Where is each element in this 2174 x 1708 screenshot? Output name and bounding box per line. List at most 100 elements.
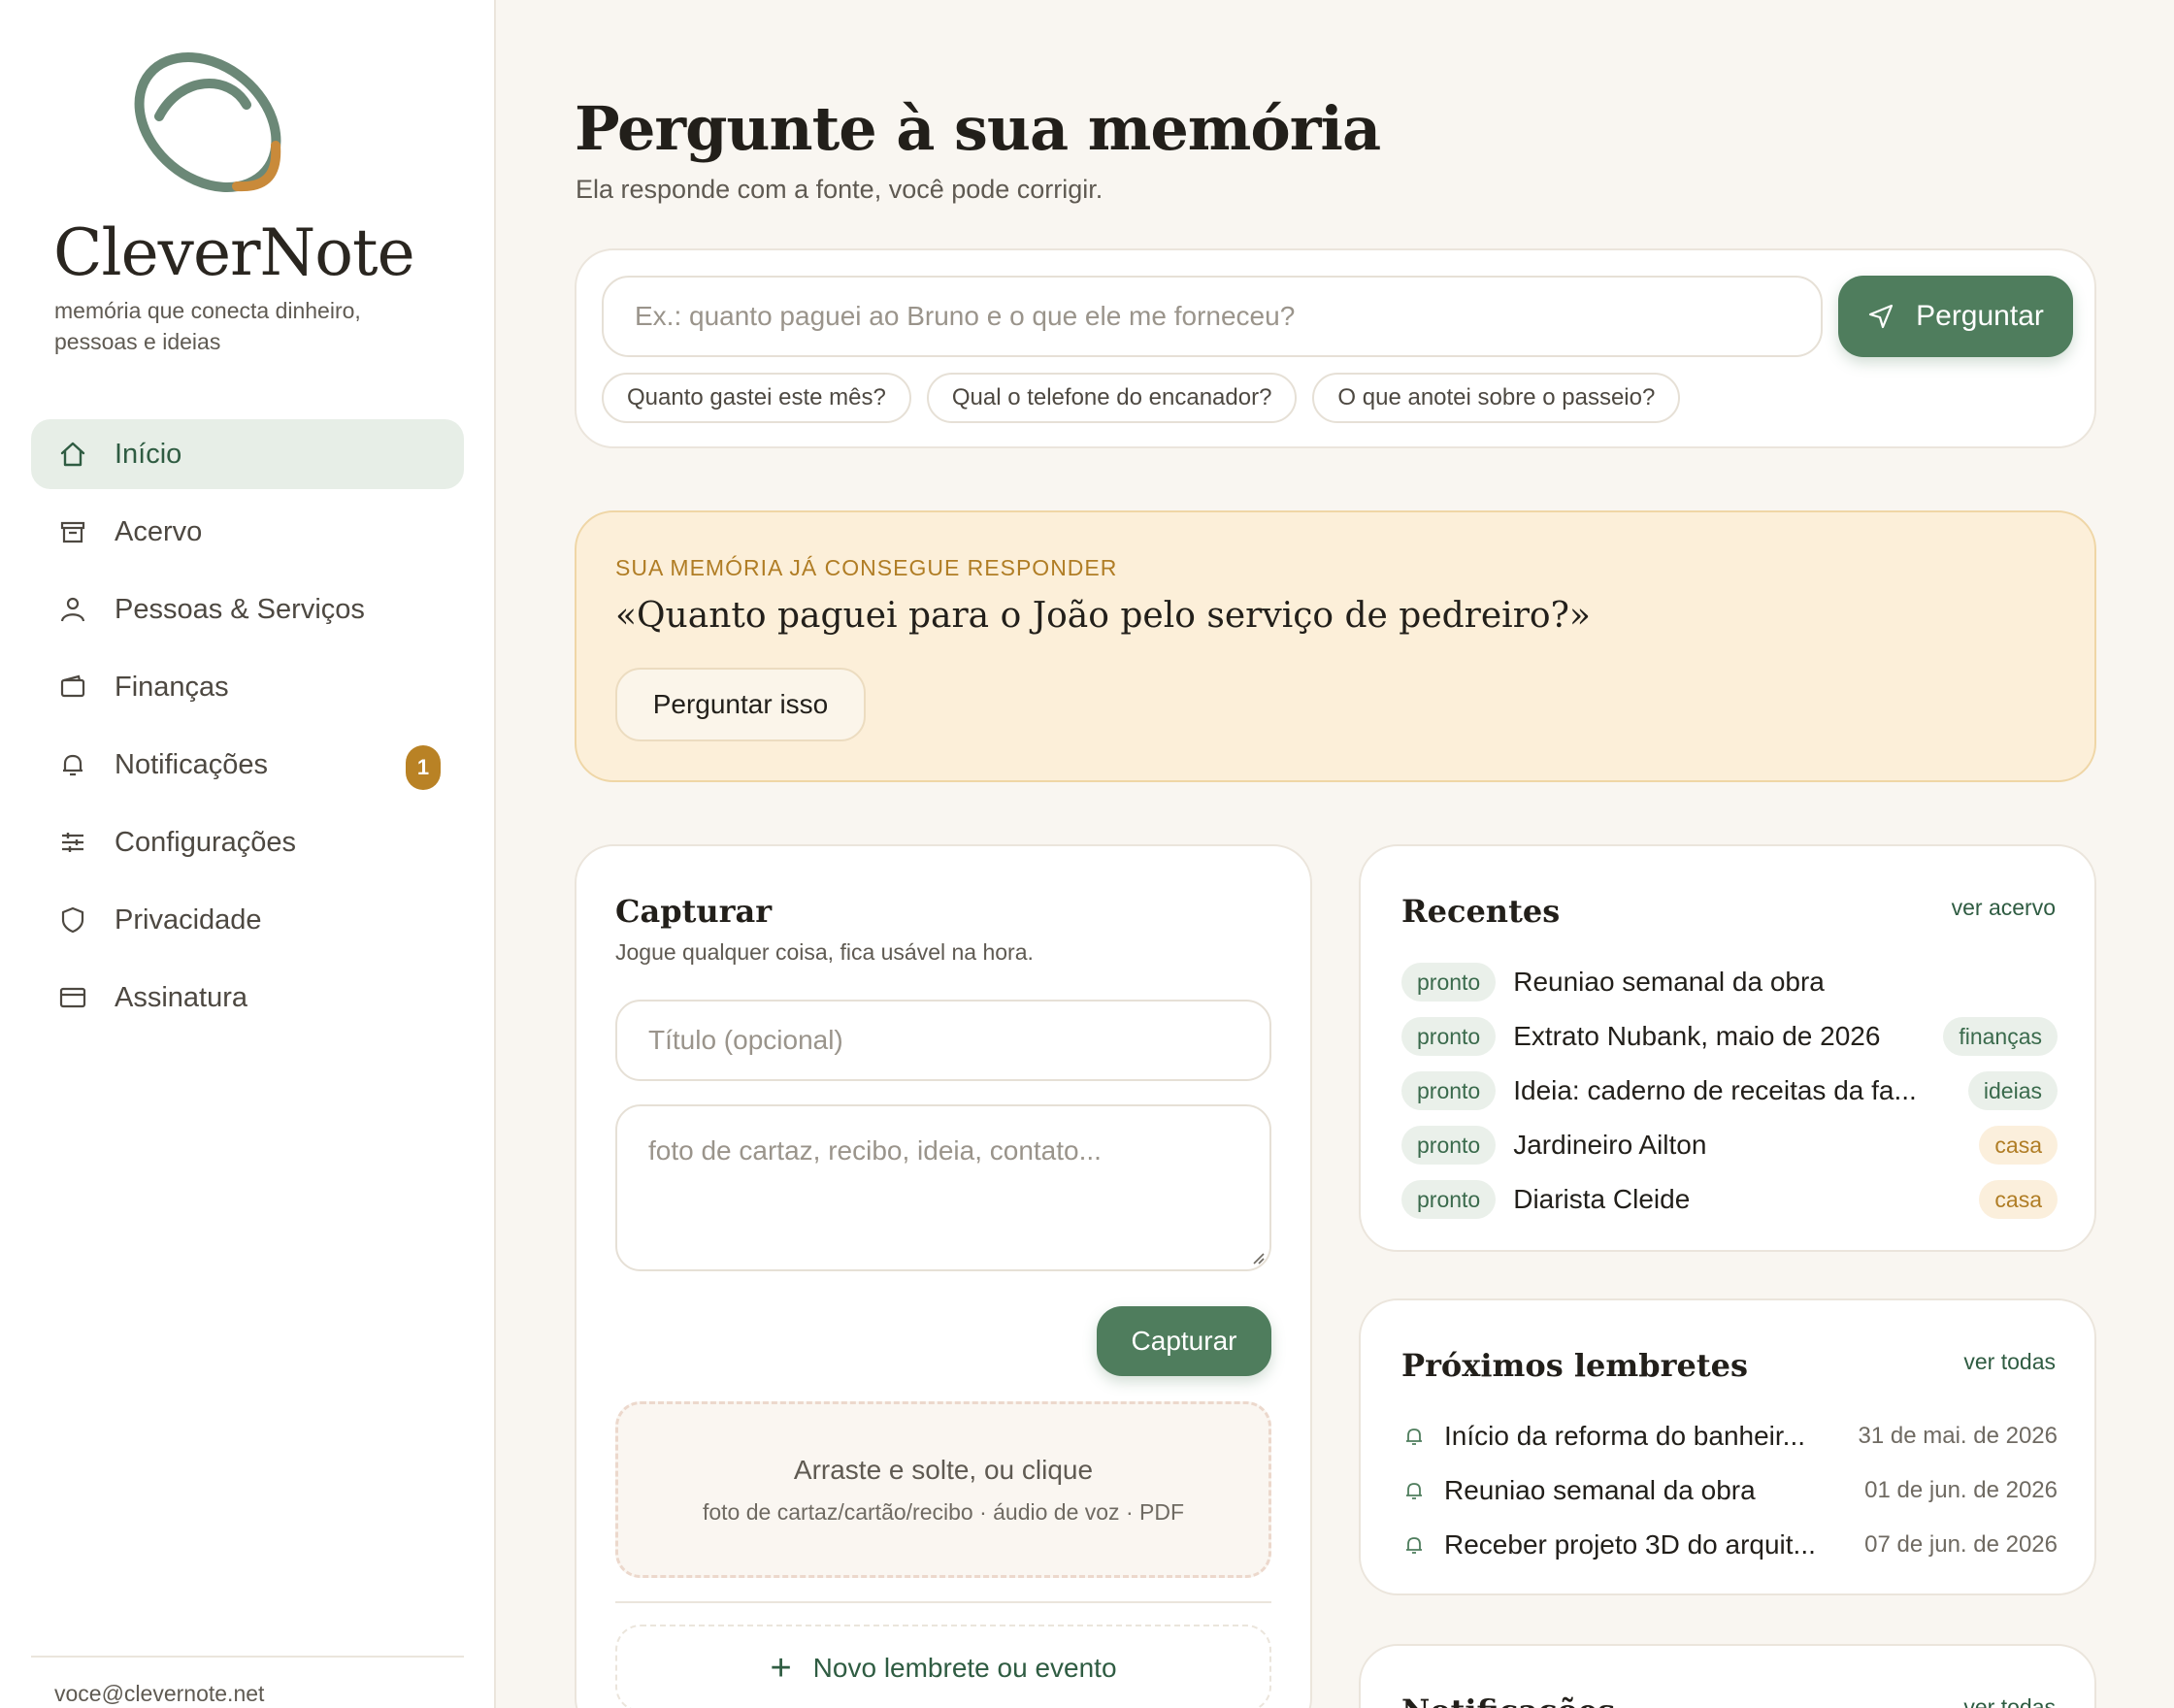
reminder-item[interactable]: Receber projeto 3D do arquit... 07 de ju… xyxy=(1401,1518,2058,1572)
send-icon xyxy=(1869,304,1894,329)
capture-title-input[interactable]: Título (opcional) xyxy=(615,1000,1271,1081)
category-tag: finanças xyxy=(1943,1017,2058,1056)
list-item[interactable]: pronto Reuniao semanal da obra xyxy=(1401,955,2058,1009)
sidebar-item-assinatura[interactable]: Assinatura xyxy=(31,963,464,1033)
clevernote-logo xyxy=(122,47,297,212)
reminder-title: Reuniao semanal da obra xyxy=(1444,1475,1756,1505)
item-title: Jardineiro Ailton xyxy=(1513,1130,1707,1160)
notification-count-badge: 1 xyxy=(406,745,441,790)
suggestion-chip[interactable]: Quanto gastei este mês? xyxy=(602,373,911,423)
sidebar-item-financas[interactable]: Finanças xyxy=(31,652,464,722)
sidebar-item-notificacoes[interactable]: Notificações 1 xyxy=(31,730,464,800)
category-tag: casa xyxy=(1979,1180,2058,1219)
new-reminder-button[interactable]: + Novo lembrete ou evento xyxy=(615,1625,1271,1708)
list-item[interactable]: pronto Ideia: caderno de receitas da fa.… xyxy=(1401,1064,2058,1118)
list-item[interactable]: pronto Extrato Nubank, maio de 2026 fina… xyxy=(1401,1009,2058,1064)
list-item[interactable]: pronto Jardineiro Ailton casa xyxy=(1401,1118,2058,1172)
ask-button[interactable]: Perguntar xyxy=(1838,276,2073,357)
suggestion-kicker: SUA MEMÓRIA JÁ CONSEGUE RESPONDER xyxy=(615,555,1118,580)
sidebar-item-acervo[interactable]: Acervo xyxy=(31,497,464,567)
category-tag: ideias xyxy=(1967,1071,2058,1110)
reminder-item[interactable]: Início da reforma do banheir... 31 de ma… xyxy=(1401,1409,2058,1463)
bell-icon xyxy=(56,748,89,781)
brand-tagline: memória que conecta dinheiro, pessoas e … xyxy=(54,298,361,354)
sidebar-item-label: Notificações xyxy=(115,748,268,780)
view-archive-link[interactable]: ver acervo xyxy=(1952,895,2056,921)
sidebar-item-label: Acervo xyxy=(115,515,203,547)
notifications-title: Notificações xyxy=(1401,1692,1615,1708)
sidebar-item-inicio[interactable]: Início xyxy=(31,419,464,489)
capture-divider xyxy=(615,1601,1271,1603)
capture-body-placeholder: foto de cartaz, recibo, ideia, contato..… xyxy=(648,1135,1102,1166)
sidebar-item-label: Início xyxy=(115,438,182,470)
suggestion-chip[interactable]: O que anotei sobre o passeio? xyxy=(1312,373,1681,423)
status-badge: pronto xyxy=(1401,1180,1497,1219)
ask-card: Ex.: quanto paguei ao Bruno e o que ele … xyxy=(575,248,2096,448)
plus-icon: + xyxy=(770,1648,792,1689)
sidebar-item-pessoas-servicos[interactable]: Pessoas & Serviços xyxy=(31,575,464,644)
page-subtitle: Ela responde com a fonte, você pode corr… xyxy=(576,175,1103,204)
view-all-notifications-link[interactable]: ver todas xyxy=(1963,1694,2056,1708)
reminder-title: Início da reforma do banheir... xyxy=(1444,1421,1805,1451)
status-badge: pronto xyxy=(1401,1071,1497,1110)
recent-list: pronto Reuniao semanal da obra pronto Ex… xyxy=(1401,955,2058,1227)
file-dropzone[interactable]: Arraste e solte, ou clique foto de carta… xyxy=(615,1401,1271,1578)
item-title: Extrato Nubank, maio de 2026 xyxy=(1513,1021,1881,1051)
sidebar-item-configuracoes[interactable]: Configurações xyxy=(31,807,464,877)
capture-card: Capturar Jogue qualquer coisa, fica usáv… xyxy=(575,844,1312,1708)
bell-icon xyxy=(1406,1429,1422,1445)
shield-icon xyxy=(56,903,89,936)
bell-icon xyxy=(1406,1537,1422,1554)
suggestion-chip[interactable]: Qual o telefone do encanador? xyxy=(926,373,1298,423)
item-title: Reuniao semanal da obra xyxy=(1513,967,1825,997)
ask-button-label: Perguntar xyxy=(1916,300,2044,332)
person-icon xyxy=(56,593,89,626)
new-reminder-label: Novo lembrete ou evento xyxy=(812,1653,1117,1683)
sidebar-nav: Início Acervo Pessoas & Serviços Finança… xyxy=(31,419,464,1040)
sidebar-item-label: Configurações xyxy=(115,826,296,858)
suggestion-chips: Quanto gastei este mês? Qual o telefone … xyxy=(602,373,1681,423)
ask-input[interactable]: Ex.: quanto paguei ao Bruno e o que ele … xyxy=(602,276,1823,357)
reminders-card: Próximos lembretes ver todas Início da r… xyxy=(1359,1298,2096,1595)
bell-icon xyxy=(1406,1483,1422,1499)
capture-body-textarea[interactable]: foto de cartaz, recibo, ideia, contato..… xyxy=(615,1104,1271,1271)
reminder-list: Início da reforma do banheir... 31 de ma… xyxy=(1401,1409,2058,1572)
category-tag: casa xyxy=(1979,1126,2058,1165)
reminder-date: 07 de jun. de 2026 xyxy=(1864,1531,2058,1558)
recent-card: Recentes ver acervo pronto Reuniao seman… xyxy=(1359,844,2096,1252)
capture-button[interactable]: Capturar xyxy=(1097,1306,1271,1376)
suggestion-question: «Quanto paguei para o João pelo serviço … xyxy=(615,596,1591,636)
sliders-icon xyxy=(56,826,89,859)
ask-suggestion-button[interactable]: Perguntar isso xyxy=(615,668,866,741)
notifications-card: Notificações ver todas xyxy=(1359,1644,2096,1708)
reminder-item[interactable]: Reuniao semanal da obra 01 de jun. de 20… xyxy=(1401,1463,2058,1518)
dropzone-label: Arraste e solte, ou clique xyxy=(793,1455,1094,1485)
sidebar-divider xyxy=(31,1656,464,1658)
sidebar-item-label: Privacidade xyxy=(115,903,262,936)
reminder-date: 01 de jun. de 2026 xyxy=(1864,1477,2058,1503)
home-icon xyxy=(56,438,89,471)
status-badge: pronto xyxy=(1401,1017,1497,1056)
dropzone-hint: foto de cartaz/cartão/recibo · áudio de … xyxy=(702,1499,1185,1525)
resize-grip-icon[interactable] xyxy=(1248,1248,1266,1265)
reminder-date: 31 de mai. de 2026 xyxy=(1858,1423,2059,1449)
sidebar-item-privacidade[interactable]: Privacidade xyxy=(31,885,464,955)
capture-title: Capturar xyxy=(615,893,773,930)
card-icon xyxy=(56,981,89,1014)
sidebar-item-label: Pessoas & Serviços xyxy=(115,593,365,625)
item-title: Diarista Cleide xyxy=(1513,1184,1691,1214)
view-all-reminders-link[interactable]: ver todas xyxy=(1963,1349,2056,1375)
archive-icon xyxy=(56,515,89,548)
suggestion-card: SUA MEMÓRIA JÁ CONSEGUE RESPONDER «Quant… xyxy=(575,510,2096,782)
page-title: Pergunte à sua memória xyxy=(575,93,1381,164)
sidebar-item-label: Assinatura xyxy=(115,981,248,1013)
capture-subtitle: Jogue qualquer coisa, fica usável na hor… xyxy=(615,939,1034,965)
reminders-title: Próximos lembretes xyxy=(1401,1347,1748,1384)
brand-name: CleverNote xyxy=(53,215,415,290)
status-badge: pronto xyxy=(1401,1126,1497,1165)
sidebar-item-label: Finanças xyxy=(115,671,229,703)
item-title: Ideia: caderno de receitas da fa... xyxy=(1513,1075,1917,1105)
list-item[interactable]: pronto Diarista Cleide casa xyxy=(1401,1172,2058,1227)
user-email[interactable]: voce@clevernote.net xyxy=(54,1681,264,1707)
status-badge: pronto xyxy=(1401,963,1497,1002)
